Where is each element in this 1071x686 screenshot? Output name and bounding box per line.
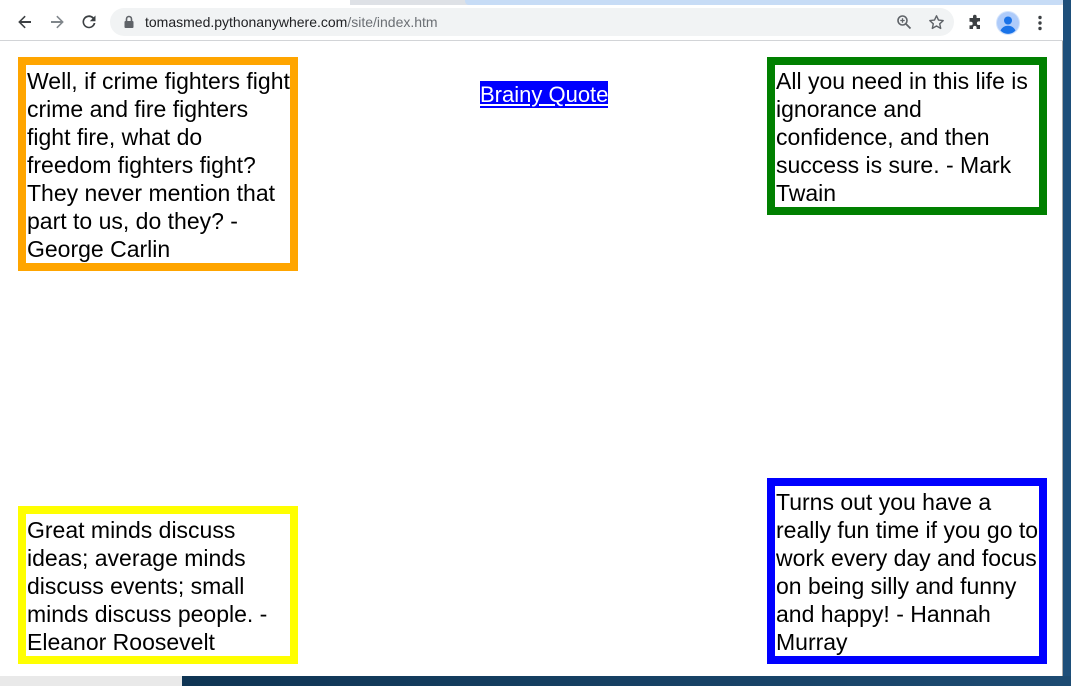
lock-icon[interactable] [121, 14, 137, 30]
profile-icon [997, 12, 1019, 34]
arrow-left-icon [18, 15, 31, 29]
quote-box-bottom-left: Great minds discuss ideas; average minds… [18, 506, 298, 664]
address-bar[interactable]: tomasmed.pythonanywhere.com/site/index.h… [110, 8, 954, 36]
star-icon [928, 14, 944, 29]
puzzle-icon [969, 14, 980, 29]
reload-button[interactable] [75, 8, 103, 36]
arrow-right-icon [51, 15, 64, 29]
quote-text: Well, if crime fighters fight crime and … [27, 68, 290, 262]
browser-window: tomasmed.pythonanywhere.com/site/index.h… [0, 0, 1063, 676]
page-viewport: Well, if crime fighters fight crime and … [0, 41, 1062, 676]
menu-button[interactable] [1027, 10, 1053, 36]
kebab-menu-icon [1038, 15, 1042, 31]
browser-toolbar: tomasmed.pythonanywhere.com/site/index.h… [0, 5, 1063, 41]
url-host: tomasmed.pythonanywhere.com [145, 14, 348, 30]
quote-text: Turns out you have a really fun time if … [776, 489, 1039, 655]
desktop-background [0, 676, 1071, 686]
zoom-icon [897, 15, 912, 30]
url-text[interactable]: tomasmed.pythonanywhere.com/site/index.h… [145, 14, 438, 30]
profile-button[interactable] [996, 11, 1020, 35]
zoom-button[interactable] [894, 12, 914, 32]
quote-text: All you need in this life is ignorance a… [776, 68, 1028, 206]
extensions-button[interactable] [962, 10, 988, 36]
brainy-quote-link[interactable]: Brainy Quote [480, 81, 609, 108]
quote-box-bottom-right: Turns out you have a really fun time if … [767, 478, 1047, 664]
bookmark-button[interactable] [926, 12, 946, 32]
quote-text: Great minds discuss ideas; average minds… [27, 517, 268, 655]
url-path: /site/index.htm [347, 14, 438, 30]
reload-icon [82, 15, 96, 29]
quote-box-top-right: All you need in this life is ignorance a… [767, 57, 1047, 215]
back-button[interactable] [11, 8, 39, 36]
forward-button[interactable] [43, 8, 71, 36]
quote-box-top-left: Well, if crime fighters fight crime and … [18, 57, 298, 271]
